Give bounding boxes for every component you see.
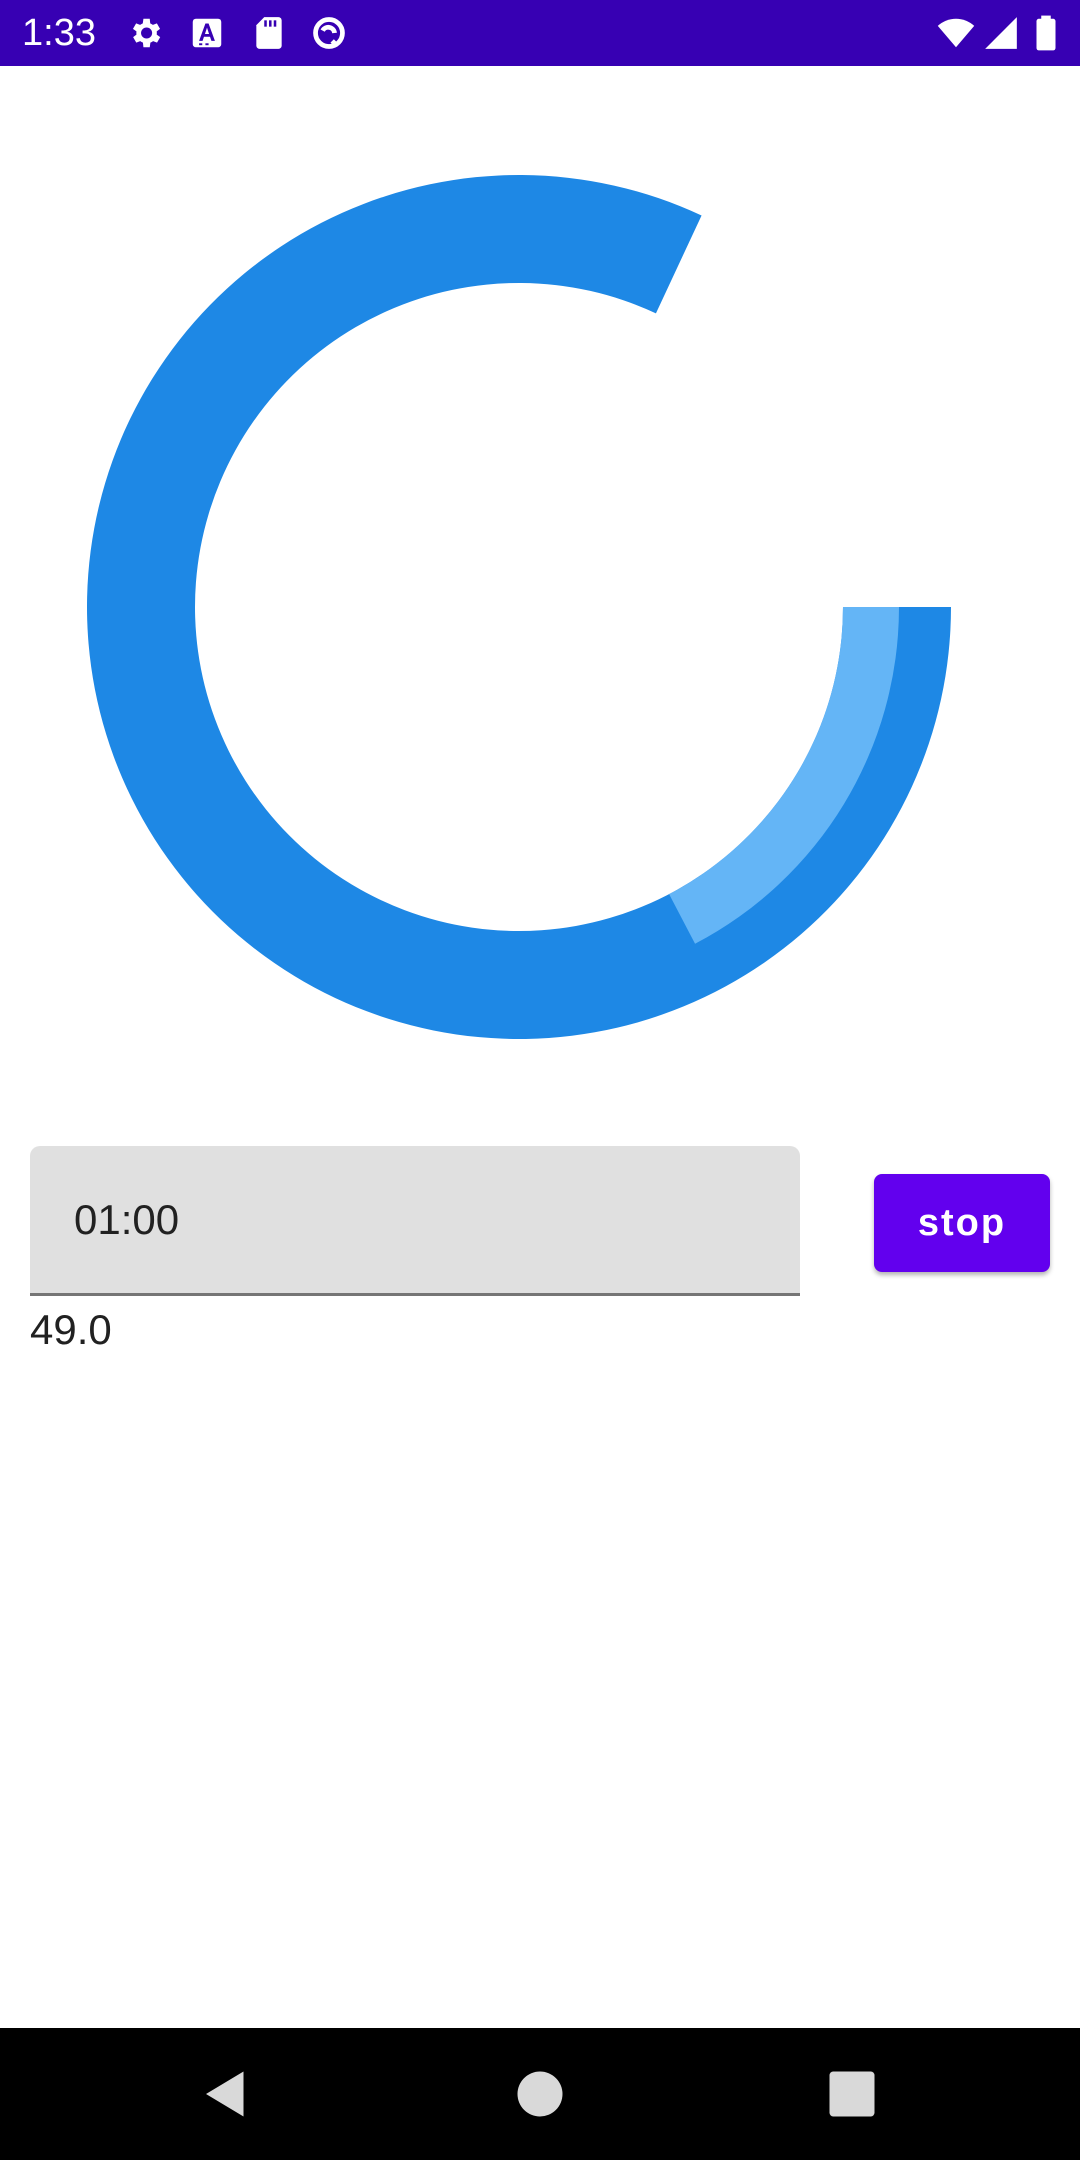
sd-card-icon bbox=[250, 14, 288, 52]
screen: 1:33 01:00 stop 49.0 bbox=[0, 0, 1080, 2160]
sync-circle-icon bbox=[310, 14, 348, 52]
time-input-field[interactable]: 01:00 bbox=[30, 1146, 800, 1296]
timer-ring-track bbox=[87, 174, 951, 1039]
timer-ring-graphic bbox=[87, 174, 951, 1039]
recents-icon[interactable] bbox=[822, 2064, 882, 2124]
time-input-value[interactable]: 01:00 bbox=[74, 1146, 179, 1293]
gear-icon bbox=[126, 14, 164, 52]
battery-icon bbox=[1032, 14, 1060, 52]
status-time: 1:33 bbox=[22, 12, 96, 54]
wifi-icon bbox=[934, 14, 978, 52]
home-icon[interactable] bbox=[510, 2064, 570, 2124]
status-bar: 1:33 bbox=[0, 0, 1080, 66]
timer-ring bbox=[86, 174, 952, 1040]
remaining-seconds-text: 49.0 bbox=[30, 1306, 112, 1353]
navigation-bar bbox=[0, 2028, 1080, 2160]
back-icon[interactable] bbox=[196, 2064, 256, 2124]
cell-signal-icon bbox=[982, 14, 1020, 52]
font-a-icon bbox=[188, 14, 226, 52]
stop-button[interactable]: stop bbox=[874, 1174, 1050, 1272]
